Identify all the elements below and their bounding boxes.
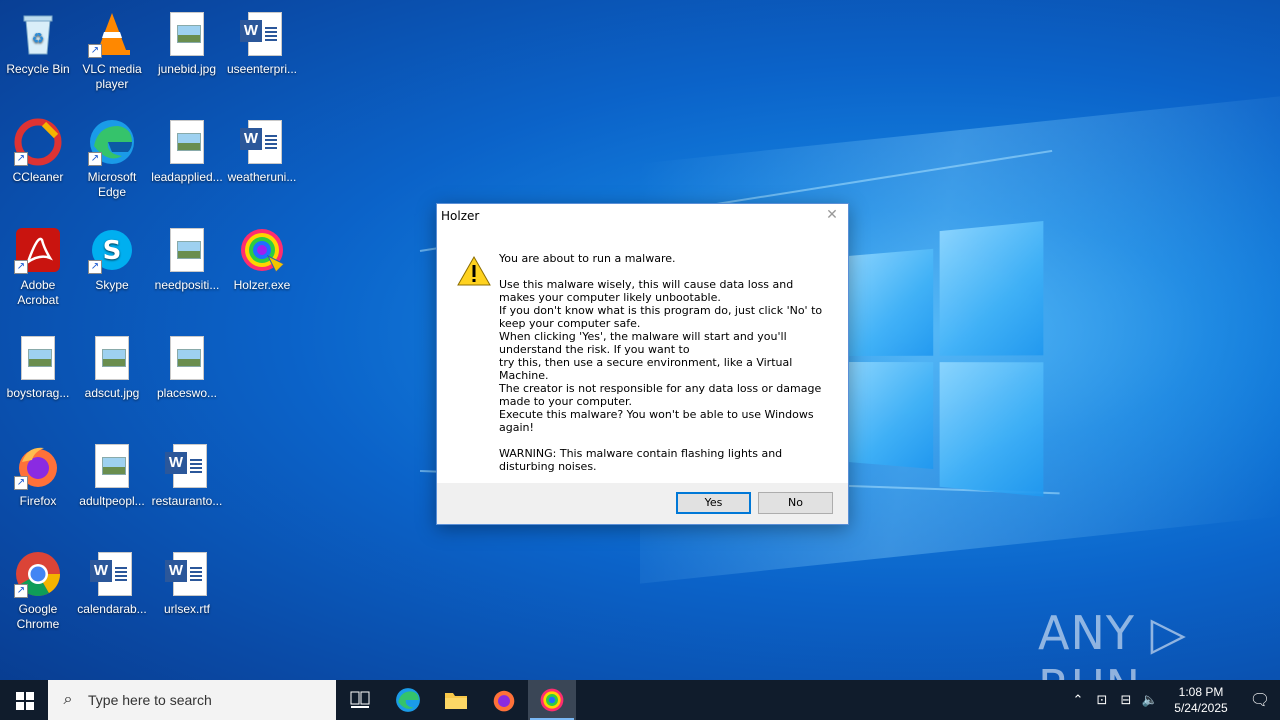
word-file-icon: W bbox=[238, 10, 286, 58]
desktop-icon-adobe-acrobat[interactable]: ↗ Adobe Acrobat bbox=[0, 220, 76, 320]
desktop-icon-ccleaner[interactable]: ↗ CCleaner bbox=[0, 112, 76, 212]
dialog-titlebar: Holzer ✕ bbox=[437, 204, 848, 228]
taskbar-firefox[interactable] bbox=[480, 680, 528, 720]
holzer-dialog: Holzer ✕ You are about to run a malware.… bbox=[436, 203, 849, 525]
taskbar-edge[interactable] bbox=[384, 680, 432, 720]
recycle-bin-icon: ♻ bbox=[14, 10, 62, 58]
word-file-icon: W bbox=[238, 118, 286, 166]
dialog-title: Holzer bbox=[441, 209, 480, 223]
desktop-icon-placeswo[interactable]: placeswo... bbox=[149, 328, 225, 428]
skype-icon: S ↗ bbox=[88, 226, 136, 274]
taskbar: ⌕ Type here to search ⌃ ⊡ ⊟ 🔈 1:08 PM 5/… bbox=[0, 680, 1280, 720]
desktop-icon-adultpeopl[interactable]: adultpeopl... bbox=[74, 436, 150, 536]
device-icon[interactable]: ⊡ bbox=[1090, 692, 1114, 708]
desktop-icon-calendarab[interactable]: W calendarab... bbox=[74, 544, 150, 644]
vlc-icon: ↗ bbox=[88, 10, 136, 58]
ccleaner-icon: ↗ bbox=[14, 118, 62, 166]
volume-icon[interactable]: 🔈 bbox=[1138, 692, 1162, 708]
svg-text:S: S bbox=[103, 236, 122, 266]
image-file-icon bbox=[163, 10, 211, 58]
message-line: Execute this malware? You won't be able … bbox=[499, 408, 814, 434]
dialog-body: You are about to run a malware. Use this… bbox=[437, 228, 848, 484]
edge-icon bbox=[396, 688, 420, 712]
taskbar-file-explorer[interactable] bbox=[432, 680, 480, 720]
network-icon[interactable]: ⊟ bbox=[1114, 692, 1138, 708]
desktop-icon-microsoft-edge[interactable]: ↗ Microsoft Edge bbox=[74, 112, 150, 212]
message-line: try this, then use a secure environment,… bbox=[499, 356, 793, 382]
desktop-icon-useenterpri[interactable]: W useenterpri... bbox=[224, 4, 300, 104]
firefox-icon: ↗ bbox=[14, 442, 62, 490]
dialog-footer: Yes No bbox=[437, 483, 848, 524]
task-view-button[interactable] bbox=[336, 680, 384, 720]
message-line: The creator is not responsible for any d… bbox=[499, 382, 822, 408]
desktop-icon-vlc[interactable]: ↗ VLC media player bbox=[74, 4, 150, 104]
image-file-icon bbox=[163, 334, 211, 382]
desktop-icon-junebid[interactable]: junebid.jpg bbox=[149, 4, 225, 104]
message-line: When clicking 'Yes', the malware will st… bbox=[499, 330, 787, 356]
desktop-icon-leadapplied[interactable]: leadapplied... bbox=[149, 112, 225, 212]
word-file-icon: W bbox=[163, 550, 211, 598]
image-file-icon bbox=[88, 334, 136, 382]
desktop-icon-restauranto[interactable]: W restauranto... bbox=[149, 436, 225, 536]
svg-text:♻: ♻ bbox=[32, 30, 45, 46]
desktop-icon-skype[interactable]: S ↗ Skype bbox=[74, 220, 150, 320]
acrobat-icon: ↗ bbox=[14, 226, 62, 274]
holzer-app-icon bbox=[238, 226, 286, 274]
close-icon[interactable]: ✕ bbox=[824, 207, 840, 223]
desktop-icon-weatheruni[interactable]: W weatheruni... bbox=[224, 112, 300, 212]
image-file-icon bbox=[163, 118, 211, 166]
word-file-icon: W bbox=[163, 442, 211, 490]
chevron-up-icon[interactable]: ⌃ bbox=[1066, 692, 1090, 708]
taskbar-holzer[interactable] bbox=[528, 680, 576, 720]
desktop-icon-boystorag[interactable]: boystorag... bbox=[0, 328, 76, 428]
message-line: Use this malware wisely, this will cause… bbox=[499, 278, 794, 304]
edge-icon: ↗ bbox=[88, 118, 136, 166]
holzer-app-icon bbox=[540, 688, 564, 712]
windows-logo-wallpaper bbox=[848, 221, 1044, 499]
chrome-icon: ↗ bbox=[14, 550, 62, 598]
desktop-icon-urlsex[interactable]: W urlsex.rtf bbox=[149, 544, 225, 644]
word-file-icon: W bbox=[88, 550, 136, 598]
start-button[interactable] bbox=[0, 680, 48, 720]
desktop-icon-needpositi[interactable]: needpositi... bbox=[149, 220, 225, 320]
warning-line: WARNING: This malware contain flashing l… bbox=[499, 447, 783, 473]
desktop-icon-firefox[interactable]: ↗ Firefox bbox=[0, 436, 76, 536]
firefox-icon bbox=[493, 690, 515, 712]
no-button[interactable]: No bbox=[758, 492, 833, 514]
desktop-icon-google-chrome[interactable]: ↗ Google Chrome bbox=[0, 544, 76, 644]
warning-icon bbox=[457, 255, 491, 286]
taskbar-search-box[interactable]: ⌕ Type here to search bbox=[48, 680, 336, 720]
notification-icon[interactable]: 🗨 bbox=[1240, 690, 1280, 710]
desktop-icon-adscut[interactable]: adscut.jpg bbox=[74, 328, 150, 428]
dialog-message: You are about to run a malware. Use this… bbox=[499, 252, 829, 473]
message-line: If you don't know what is this program d… bbox=[499, 304, 823, 330]
folder-icon bbox=[445, 693, 467, 709]
image-file-icon bbox=[14, 334, 62, 382]
task-view-icon bbox=[350, 691, 370, 708]
search-placeholder: Type here to search bbox=[88, 692, 212, 708]
desktop-icon-recycle-bin[interactable]: ♻ Recycle Bin bbox=[0, 4, 76, 104]
image-file-icon bbox=[163, 226, 211, 274]
search-icon: ⌕ bbox=[63, 691, 73, 708]
clock-time: 1:08 PM bbox=[1178, 685, 1224, 699]
yes-button[interactable]: Yes bbox=[676, 492, 751, 514]
desktop-icon-holzer-exe[interactable]: Holzer.exe bbox=[224, 220, 300, 320]
system-tray: ⌃ ⊡ ⊟ 🔈 1:08 PM 5/24/2025 🗨 bbox=[1066, 680, 1280, 720]
image-file-icon bbox=[88, 442, 136, 490]
taskbar-clock[interactable]: 1:08 PM 5/24/2025 bbox=[1162, 684, 1240, 716]
clock-date: 5/24/2025 bbox=[1174, 701, 1228, 715]
message-line: You are about to run a malware. bbox=[499, 252, 676, 265]
